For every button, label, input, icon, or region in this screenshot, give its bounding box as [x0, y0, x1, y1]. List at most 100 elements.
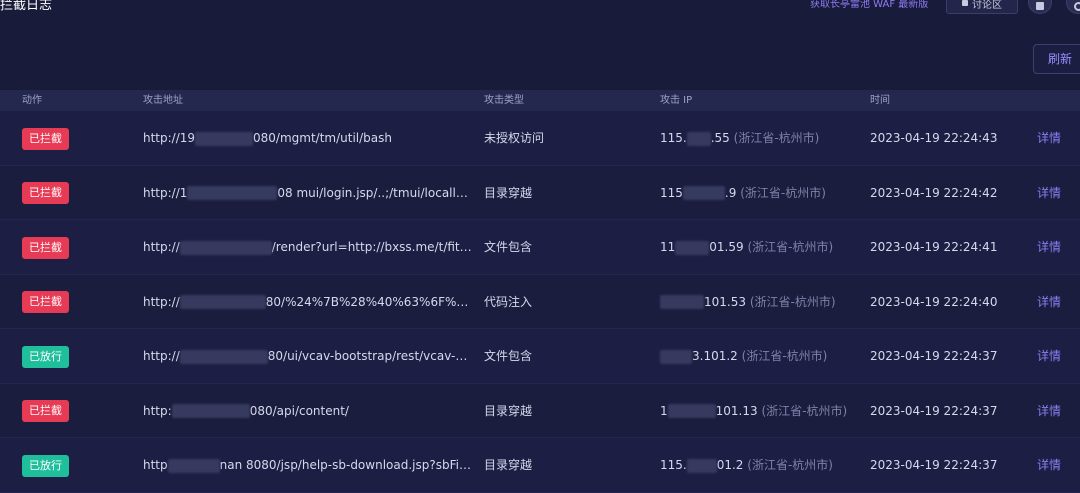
attack-time: 2023-04-19 22:24:37 — [870, 438, 997, 492]
ip-prefix: 11 — [660, 240, 675, 254]
attack-type: 文件包含 — [484, 220, 532, 274]
redaction-mask — [195, 132, 253, 146]
status-badge: 已拦截 — [22, 237, 69, 259]
detail-link[interactable]: 详情 — [1037, 349, 1061, 363]
attack-ip: 115. .55 (浙江省-杭州市) — [660, 111, 819, 165]
ip-location: (浙江省-杭州市) — [734, 131, 820, 145]
detail-link[interactable]: 详情 — [1037, 240, 1061, 254]
detail-link[interactable]: 详情 — [1037, 458, 1061, 472]
redaction-mask — [683, 186, 725, 200]
detail-link[interactable]: 详情 — [1037, 186, 1061, 200]
attack-url: http nan 8080/jsp/help-sb-download.jsp?sb… — [143, 438, 473, 492]
action-cell: 已放行 — [22, 329, 69, 383]
url-suffix: nan 8080/jsp/help-sb-download.jsp?sbFile… — [220, 458, 473, 472]
url-prefix: http:// — [143, 240, 180, 254]
attack-ip: 115.01.2 (浙江省-杭州市) — [660, 438, 833, 492]
attack-ip: 3.101.2 (浙江省-杭州市) — [660, 329, 827, 383]
ip-location: (浙江省-杭州市) — [742, 349, 828, 363]
status-badge: 已拦截 — [22, 182, 69, 204]
table-header: 动作 攻击地址 攻击类型 攻击 IP 时间 — [0, 90, 1080, 111]
column-header-type: 攻击类型 — [484, 90, 524, 111]
attack-url: http: 080/api/content/ — [143, 384, 473, 438]
forum-button[interactable]: 讨论区 — [946, 0, 1018, 14]
attack-time: 2023-04-19 22:24:37 — [870, 329, 997, 383]
ip-prefix: 115 — [660, 186, 683, 200]
url-prefix: http:// — [143, 295, 180, 309]
attack-time: 2023-04-19 22:24:41 — [870, 220, 997, 274]
url-prefix: http — [143, 458, 168, 472]
ip-location: (浙江省-杭州市) — [750, 295, 836, 309]
detail-link[interactable]: 详情 — [1037, 295, 1061, 309]
attack-url: http://108 mui/login.jsp/..;/tmui/locall… — [143, 166, 473, 220]
url-suffix: 80/%24%7B%28%40%63%6F%6D%2E... — [266, 295, 473, 309]
ip-suffix: 3.101.2 — [692, 349, 738, 363]
table-row: 已放行 http nan 8080/jsp/help-sb-download.jsp… — [0, 438, 1080, 493]
status-badge: 已放行 — [22, 455, 69, 477]
attack-ip: 1101.13 (浙江省-杭州市) — [660, 384, 847, 438]
action-cell: 已放行 — [22, 438, 69, 492]
url-suffix: 080/api/content/ — [250, 404, 349, 418]
detail-cell: 详情 — [1037, 329, 1061, 383]
attack-type: 目录穿越 — [484, 438, 532, 492]
attack-ip: 1101.59 (浙江省-杭州市) — [660, 220, 833, 274]
detail-cell: 详情 — [1037, 220, 1061, 274]
promo-link[interactable]: 获取长亭雷池 WAF 最新版 — [810, 0, 928, 10]
docs-button[interactable] — [1028, 0, 1052, 14]
ip-location: (浙江省-杭州市) — [761, 404, 847, 418]
attack-type: 目录穿越 — [484, 384, 532, 438]
column-header-ip: 攻击 IP — [660, 90, 692, 111]
ip-suffix: 01.2 — [717, 458, 744, 472]
status-badge: 已拦截 — [22, 128, 69, 150]
chat-icon — [962, 0, 968, 6]
attack-url: http://19080/mgmt/tm/util/bash — [143, 111, 473, 165]
ip-prefix: 115. — [660, 131, 687, 145]
attack-time: 2023-04-19 22:24:40 — [870, 275, 997, 329]
table-row: 已拦截http://19080/mgmt/tm/util/bash未授权访问11… — [0, 111, 1080, 166]
settings-icon — [1074, 2, 1080, 11]
detail-cell: 详情 — [1037, 438, 1061, 492]
status-badge: 已拦截 — [22, 291, 69, 313]
table-body: 已拦截http://19080/mgmt/tm/util/bash未授权访问11… — [0, 111, 1080, 493]
redaction-mask — [687, 132, 711, 146]
attack-log-table: 动作 攻击地址 攻击类型 攻击 IP 时间 已拦截 http://19080/mg… — [0, 90, 1080, 493]
url-prefix: http://1 — [143, 186, 187, 200]
forum-button-label: 讨论区 — [972, 0, 1002, 11]
detail-link[interactable]: 详情 — [1037, 131, 1061, 145]
action-cell: 已拦截 — [22, 220, 69, 274]
attack-time: 2023-04-19 22:24:37 — [870, 384, 997, 438]
ip-location: (浙江省-杭州市) — [747, 458, 833, 472]
settings-button[interactable] — [1066, 0, 1080, 14]
action-cell: 已拦截 — [22, 384, 69, 438]
cube-icon — [1036, 2, 1044, 10]
url-prefix: http: — [143, 404, 172, 418]
redaction-mask — [687, 459, 717, 473]
ip-location: (浙江省-杭州市) — [747, 240, 833, 254]
ip-suffix: 101.13 — [716, 404, 758, 418]
table-row: 已拦截 http://108 mui/login.jsp/..;/tmui/loc… — [0, 166, 1080, 221]
detail-cell: 详情 — [1037, 384, 1061, 438]
refresh-button[interactable]: 刷新 — [1033, 44, 1080, 74]
status-badge: 已拦截 — [22, 400, 69, 422]
url-suffix: 080/mgmt/tm/util/bash — [253, 131, 392, 145]
detail-cell: 详情 — [1037, 111, 1061, 165]
detail-link[interactable]: 详情 — [1037, 404, 1061, 418]
table-row: 已拦截 http:// 80/%24%7B%28%40%63%6F%6D%2E...… — [0, 275, 1080, 330]
ip-suffix: .55 — [711, 131, 730, 145]
redaction-mask — [180, 295, 266, 309]
redaction-mask — [675, 241, 709, 255]
table-row: 已拦截 http:// /render?url=http://bxss.me/t/f… — [0, 220, 1080, 275]
redaction-mask — [660, 350, 692, 364]
action-cell: 已拦截 — [22, 111, 69, 165]
url-suffix: 80/ui/vcav-bootstrap/rest/vcav-provid... — [268, 349, 473, 363]
attack-ip: 115.9 (浙江省-杭州市) — [660, 166, 826, 220]
attack-time: 2023-04-19 22:24:42 — [870, 166, 997, 220]
status-badge: 已放行 — [22, 346, 69, 368]
redaction-mask — [172, 404, 250, 418]
detail-cell: 详情 — [1037, 166, 1061, 220]
redaction-mask — [180, 241, 272, 255]
redaction-mask — [187, 186, 277, 200]
column-header-action: 动作 — [22, 90, 42, 111]
attack-url: http://80/ui/vcav-bootstrap/rest/vcav-pr… — [143, 329, 473, 383]
attack-url: http:// /render?url=http://bxss.me/t/fit.… — [143, 220, 473, 274]
url-suffix: /render?url=http://bxss.me/t/fit.txt — [272, 240, 473, 254]
